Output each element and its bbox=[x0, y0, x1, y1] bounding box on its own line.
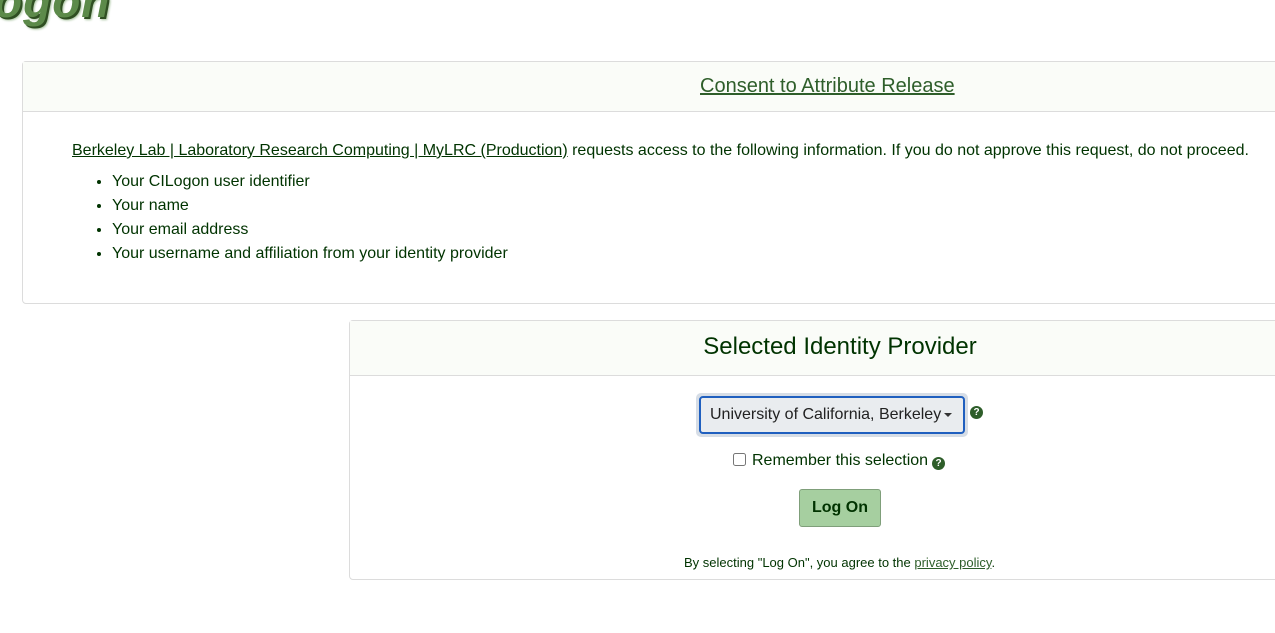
idp-select-dropdown[interactable]: University of California, Berkeley bbox=[699, 396, 965, 434]
idp-selected-value: University of California, Berkeley bbox=[710, 406, 942, 423]
question-circle-icon[interactable]: ? bbox=[970, 406, 983, 419]
remember-selection: Remember this selection? bbox=[733, 452, 946, 470]
consent-intro: Berkeley Lab | Laboratory Research Compu… bbox=[72, 142, 1275, 160]
identity-provider-title: Selected Identity Provider bbox=[703, 333, 977, 360]
cilogon-logo[interactable]: ogon bbox=[0, 0, 110, 24]
list-item: Your name bbox=[112, 198, 1275, 222]
chevron-down-icon bbox=[944, 413, 952, 417]
consent-card-header: Consent to Attribute Release bbox=[23, 62, 1275, 112]
idp-select-focus-ring: University of California, Berkeley bbox=[696, 393, 968, 437]
list-item: Your CILogon user identifier bbox=[112, 174, 1275, 198]
privacy-policy-link[interactable]: privacy policy bbox=[914, 555, 991, 570]
agree-suffix: . bbox=[991, 555, 996, 570]
log-on-button[interactable]: Log On bbox=[799, 489, 881, 527]
client-link[interactable]: Berkeley Lab | Laboratory Research Compu… bbox=[72, 142, 568, 159]
agree-prefix: By selecting "Log On", you agree to the bbox=[684, 555, 915, 570]
consent-intro-text: requests access to the following informa… bbox=[567, 142, 1249, 159]
list-item: Your email address bbox=[112, 222, 1275, 246]
question-circle-icon[interactable]: ? bbox=[932, 457, 946, 470]
identity-provider-card: Selected Identity Provider University of… bbox=[349, 320, 1275, 580]
identity-provider-card-header: Selected Identity Provider bbox=[350, 321, 1275, 376]
consent-body: Berkeley Lab | Laboratory Research Compu… bbox=[72, 142, 1275, 270]
attribute-list: Your CILogon user identifier Your name Y… bbox=[112, 174, 1275, 270]
remember-selection-checkbox[interactable] bbox=[733, 453, 746, 466]
privacy-agreement-text: By selecting "Log On", you agree to the … bbox=[684, 555, 995, 570]
page: ogon Consent to Attribute Release Berkel… bbox=[0, 0, 1275, 633]
consent-card: Consent to Attribute Release Berkeley La… bbox=[22, 61, 1275, 304]
remember-selection-label: Remember this selection bbox=[752, 452, 929, 469]
list-item: Your username and affiliation from your … bbox=[112, 246, 1275, 270]
consent-title-link[interactable]: Consent to Attribute Release bbox=[700, 75, 955, 98]
